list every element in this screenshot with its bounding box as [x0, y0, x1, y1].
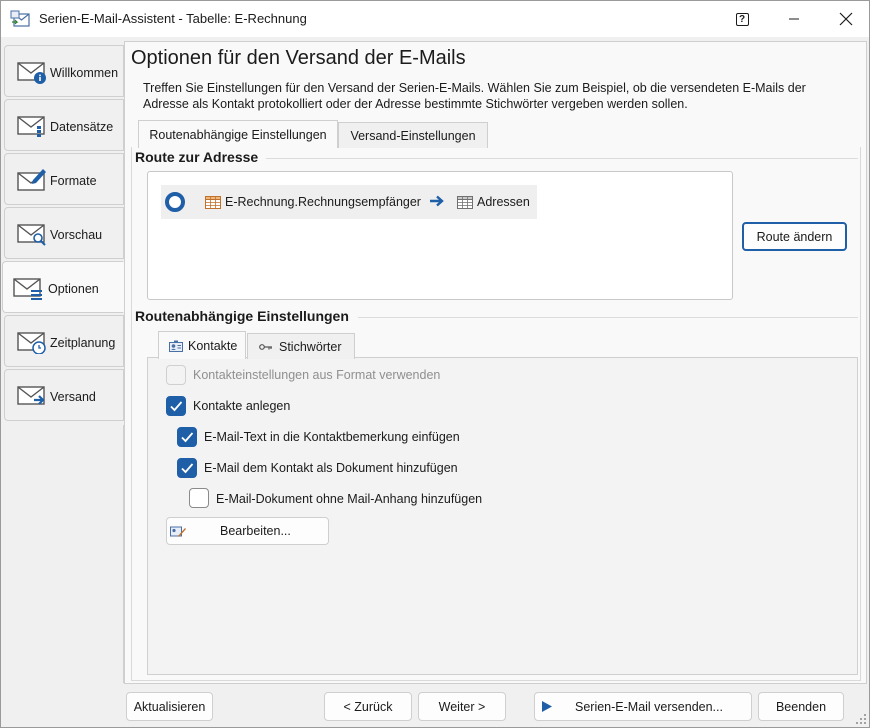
- page-title: Optionen für den Versand der E-Mails: [131, 47, 466, 69]
- route-source: E-Rechnung.Rechnungsempfänger: [225, 195, 421, 209]
- tab-label: Stichwörter: [279, 339, 342, 354]
- key-icon: [259, 343, 272, 350]
- sidebar-item-versand[interactable]: Versand: [4, 369, 124, 421]
- resize-grip-icon[interactable]: [855, 713, 867, 725]
- arrow-right-icon: [430, 195, 444, 207]
- sidebar-item-label: Versand: [50, 390, 96, 404]
- minimize-icon: [789, 18, 799, 20]
- title-bar: Serien-E-Mail-Assistent - Tabelle: E-Rec…: [1, 1, 869, 37]
- sidebar-item-vorschau[interactable]: Vorschau: [4, 207, 124, 259]
- button-label: Beenden: [775, 699, 827, 714]
- checkbox-label: E-Mail-Dokument ohne Mail-Anhang hinzufü…: [216, 492, 483, 506]
- sidebar-item-label: Zeitplanung: [50, 336, 116, 350]
- sidebar-item-datensaetze[interactable]: Datensätze: [4, 99, 124, 151]
- minimize-button[interactable]: [771, 1, 817, 37]
- help-icon: ?: [735, 12, 749, 26]
- mail-records-icon: [17, 116, 45, 137]
- sidebar-item-formate[interactable]: Formate: [4, 153, 124, 205]
- sidebar-nav: Willkommen Datensätze Formate Vorschau O…: [2, 45, 125, 426]
- checkmark-icon: [181, 463, 194, 474]
- route-radio[interactable]: [165, 192, 185, 212]
- mail-send-icon: [17, 386, 45, 405]
- sidebar-item-willkommen[interactable]: Willkommen: [4, 45, 124, 97]
- help-button[interactable]: ?: [719, 1, 765, 37]
- section-divider: [358, 317, 858, 318]
- checkmark-icon: [181, 432, 194, 443]
- tab-label: Kontakte: [188, 338, 238, 353]
- mail-edit-icon: [17, 169, 46, 191]
- mail-options-icon: [13, 278, 42, 300]
- button-label: Bearbeiten...: [220, 524, 291, 538]
- route-section-title: Route zur Adresse: [135, 149, 259, 165]
- create-contacts-checkbox[interactable]: [166, 396, 186, 416]
- edit-button[interactable]: Bearbeiten...: [166, 517, 329, 545]
- sidebar-item-label: Vorschau: [50, 228, 103, 242]
- use-format-contact-settings-checkbox[interactable]: [166, 365, 186, 385]
- checkbox-label: Kontakteinstellungen aus Format verwende…: [193, 368, 441, 382]
- sidebar-item-label: Willkommen: [50, 66, 119, 80]
- email-text-in-note-checkbox[interactable]: [177, 427, 197, 447]
- play-icon: [542, 701, 552, 712]
- checkbox-label: E-Mail-Text in die Kontaktbemerkung einf…: [204, 430, 460, 444]
- button-label: Weiter >: [438, 699, 486, 714]
- button-label: Route ändern: [756, 229, 833, 244]
- window-title: Serien-E-Mail-Assistent - Tabelle: E-Rec…: [39, 11, 307, 26]
- button-label: Aktualisieren: [133, 699, 206, 714]
- close-button[interactable]: [823, 1, 869, 37]
- finish-button[interactable]: Beenden: [758, 692, 844, 721]
- tab-versand-einstellungen[interactable]: Versand-Einstellungen: [338, 122, 488, 148]
- checkmark-icon: [170, 401, 183, 412]
- back-button[interactable]: < Zurück: [324, 692, 412, 721]
- close-icon: [839, 12, 853, 26]
- mail-clock-icon: [17, 332, 46, 354]
- mail-info-icon: [17, 62, 46, 84]
- sidebar-item-optionen[interactable]: Optionen: [2, 261, 124, 313]
- sidebar-item-label: Datensätze: [50, 120, 114, 134]
- send-serial-email-button[interactable]: Serien-E-Mail versenden...: [534, 692, 752, 721]
- checkbox-label: Kontakte anlegen: [193, 399, 291, 413]
- route-settings-section-title: Routenabhängige Einstellungen: [135, 308, 349, 324]
- checkbox-label: E-Mail dem Kontakt als Dokument hinzufüg…: [204, 461, 458, 475]
- sidebar-filler: [4, 425, 124, 683]
- tab-routenabhaengige-einstellungen[interactable]: Routenabhängige Einstellungen: [138, 120, 338, 148]
- button-label: Serien-E-Mail versenden...: [575, 699, 723, 714]
- tab-kontakte[interactable]: Kontakte: [158, 331, 246, 359]
- email-as-document-checkbox[interactable]: [177, 458, 197, 478]
- sidebar-item-label: Optionen: [48, 282, 99, 296]
- contacts-icon: [169, 340, 183, 352]
- route-target: Adressen: [477, 195, 530, 209]
- table-icon: [205, 196, 221, 209]
- edit-contacts-icon: [170, 526, 186, 537]
- section-divider: [266, 158, 858, 159]
- mail-preview-icon: [17, 224, 46, 246]
- tab-label: Routenabhängige Einstellungen: [149, 127, 327, 142]
- sidebar-item-zeitplanung[interactable]: Zeitplanung: [4, 315, 124, 367]
- app-icon: [10, 10, 30, 27]
- refresh-button[interactable]: Aktualisieren: [126, 692, 213, 721]
- button-label: < Zurück: [343, 699, 393, 714]
- change-route-button[interactable]: Route ändern: [742, 222, 847, 251]
- wizard-window: Serien-E-Mail-Assistent - Tabelle: E-Rec…: [0, 0, 870, 728]
- table-icon: [457, 196, 473, 209]
- page-description: Treffen Sie Einstellungen für den Versan…: [143, 81, 806, 111]
- next-button[interactable]: Weiter >: [418, 692, 506, 721]
- sidebar-item-label: Formate: [50, 174, 97, 188]
- tab-stichwoerter[interactable]: Stichwörter: [247, 333, 355, 359]
- tab-label: Versand-Einstellungen: [350, 128, 476, 143]
- document-without-attachment-checkbox[interactable]: [189, 488, 209, 508]
